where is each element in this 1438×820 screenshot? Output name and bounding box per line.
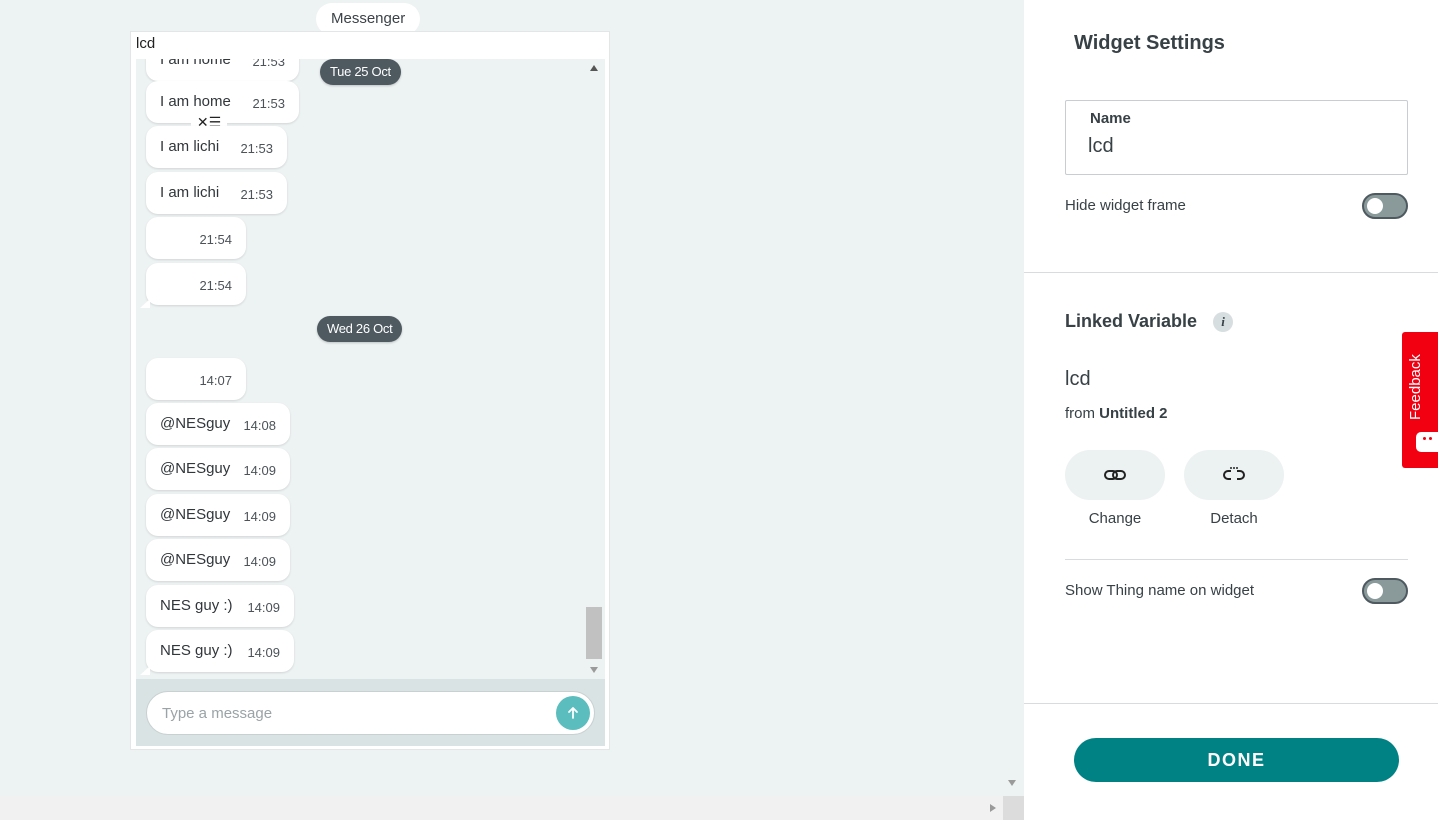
scroll-down-arrow-icon[interactable] <box>590 667 598 673</box>
send-button[interactable] <box>556 696 590 730</box>
message-text: I am home <box>160 59 231 68</box>
variable-source: from Untitled 2 <box>1065 405 1168 422</box>
message-time: 14:09 <box>247 600 280 615</box>
change-variable-button[interactable] <box>1065 450 1165 500</box>
messenger-widget[interactable]: lcd I am home 21:53 Tue 25 Oct I am home… <box>130 31 610 750</box>
message-bubble: @NESguy 14:09 <box>146 448 290 490</box>
message-bubble: @NESguy 14:08 <box>146 403 290 445</box>
variable-name: lcd <box>1065 368 1091 390</box>
message-composer <box>136 679 605 746</box>
inner-divider <box>1065 559 1408 560</box>
hide-frame-toggle[interactable] <box>1362 193 1408 219</box>
message-text: I am home <box>160 93 231 110</box>
message-text: @NESguy <box>160 460 231 477</box>
message-time: 14:08 <box>243 418 276 433</box>
settings-title: Widget Settings <box>1074 32 1225 54</box>
bubble-tail <box>140 666 150 675</box>
widget-title: lcd <box>136 35 156 52</box>
message-bubble: I am lichi 21:53 <box>146 126 287 168</box>
message-bubble: @NESguy 14:09 <box>146 494 290 536</box>
message-text: I am lichi <box>160 138 220 155</box>
show-thing-name-label: Show Thing name on widget <box>1065 582 1255 599</box>
message-bubble: 14:07 <box>146 358 246 400</box>
smiley-icon <box>1416 432 1438 452</box>
message-time: 21:54 <box>199 278 232 293</box>
message-time: 14:09 <box>247 645 280 660</box>
scroll-up-arrow-icon[interactable] <box>590 65 598 71</box>
feedback-label: Feedback <box>1407 354 1424 420</box>
canvas-scroll-down-arrow-icon[interactable] <box>1008 780 1016 786</box>
message-time: 14:09 <box>243 463 276 478</box>
toggle-knob <box>1367 583 1383 599</box>
section-divider <box>1024 272 1438 273</box>
arrow-up-icon <box>568 707 578 719</box>
name-field-box[interactable]: Name <box>1065 100 1408 175</box>
message-text: @NESguy <box>160 506 231 523</box>
footer-divider <box>1024 703 1438 704</box>
date-separator: Wed 26 Oct <box>317 316 403 342</box>
message-input[interactable] <box>146 691 595 735</box>
chat-scrollbar[interactable] <box>586 59 602 679</box>
message-text: I am lichi <box>160 184 220 201</box>
message-text: @NESguy <box>160 551 231 568</box>
show-thing-name-toggle[interactable] <box>1362 578 1408 604</box>
message-time: 14:09 <box>243 509 276 524</box>
chat-history[interactable]: I am home 21:53 Tue 25 Oct I am home 21:… <box>136 59 605 679</box>
message-text: @NESguy <box>160 415 231 432</box>
message-text: NES guy :) <box>160 597 233 614</box>
detach-label: Detach <box>1210 510 1258 527</box>
message-time: 21:54 <box>199 232 232 247</box>
dashboard-canvas: Messenger lcd I am home 21:53 Tue 25 Oct… <box>0 0 1024 820</box>
message-bubble: I am lichi 21:53 <box>146 172 287 214</box>
message-time: 21:53 <box>240 187 273 202</box>
linked-variable-title: Linked Variable <box>1065 311 1198 331</box>
name-label: Name <box>1090 110 1131 127</box>
message-time: 21:53 <box>252 96 285 111</box>
done-button[interactable]: DONE <box>1074 738 1399 782</box>
canvas-scroll-right-arrow-icon[interactable] <box>990 804 996 812</box>
thing-name: Untitled 2 <box>1099 405 1168 422</box>
unlink-icon <box>1223 467 1245 480</box>
hide-frame-label: Hide widget frame <box>1065 197 1186 214</box>
scrollbar-corner <box>1003 796 1024 820</box>
info-icon[interactable]: i <box>1213 312 1233 332</box>
feedback-tab[interactable]: Feedback <box>1402 332 1438 468</box>
widget-settings-panel: Widget Settings Name Hide widget frame L… <box>1024 0 1438 820</box>
from-prefix: from <box>1065 405 1095 422</box>
canvas-horizontal-scrollbar[interactable] <box>0 796 1024 820</box>
message-time: 21:53 <box>240 141 273 156</box>
link-icon <box>1104 470 1126 480</box>
message-time: 21:53 <box>252 59 285 69</box>
toggle-knob <box>1367 198 1383 214</box>
message-bubble: 21:54 <box>146 263 246 305</box>
message-bubble: I am home 21:53 <box>146 59 299 81</box>
bubble-tail <box>140 299 150 308</box>
message-bubble: NES guy :) 14:09 <box>146 585 294 627</box>
detach-variable-button[interactable] <box>1184 450 1284 500</box>
name-input[interactable] <box>1088 135 1388 158</box>
message-time: 14:07 <box>199 373 232 388</box>
change-label: Change <box>1088 510 1142 527</box>
message-text: NES guy :) <box>160 642 233 659</box>
message-bubble: 21:54 <box>146 217 246 259</box>
scroll-thumb[interactable] <box>586 607 602 659</box>
message-time: 14:09 <box>243 554 276 569</box>
message-bubble: NES guy :) 14:09 <box>146 630 294 672</box>
message-bubble: @NESguy 14:09 <box>146 539 290 581</box>
date-separator: Tue 25 Oct <box>320 59 401 85</box>
